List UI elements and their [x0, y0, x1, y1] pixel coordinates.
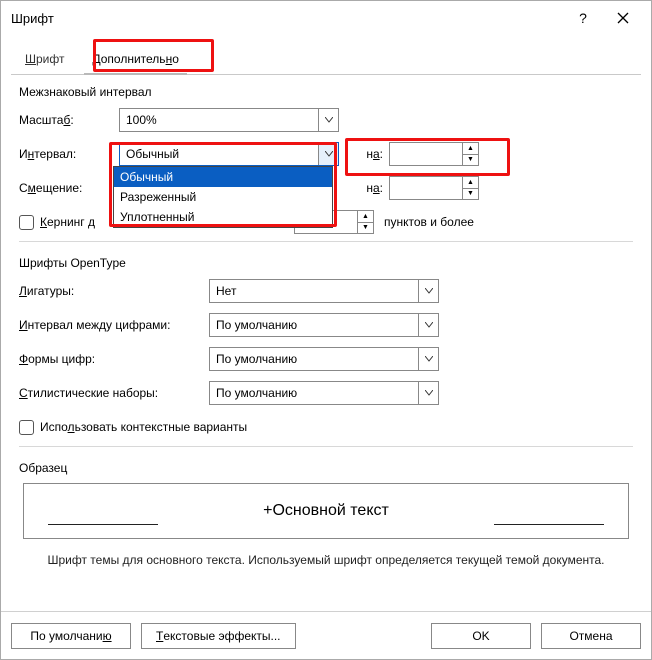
dialog-body: Межзнаковый интервал Масштаб: 100% Интер… [1, 75, 651, 611]
row-numforms: Формы цифр: По умолчанию [19, 346, 633, 372]
close-icon [617, 12, 629, 24]
interval-by-label: на: [359, 147, 389, 161]
text-effects-button[interactable]: Текстовые эффекты... [141, 623, 296, 649]
dropdown-option-expanded[interactable]: Разреженный [114, 187, 332, 207]
chevron-down-icon [418, 280, 438, 302]
row-ligatures: Лигатуры: Нет [19, 278, 633, 304]
opentype-title: Шрифты OpenType [19, 250, 633, 278]
interval-label: Интервал: [19, 147, 119, 161]
offset-label: Смещение: [19, 181, 119, 195]
preview-note: Шрифт темы для основного текста. Использ… [19, 545, 633, 571]
row-scale: Масштаб: 100% [19, 107, 633, 133]
offset-by-label: на: [359, 181, 389, 195]
help-button[interactable]: ? [563, 4, 603, 32]
offset-by-spin[interactable]: ▲▼ [389, 176, 479, 200]
interval-by-spin[interactable]: ▲▼ [389, 142, 479, 166]
numspacing-label: Интервал между цифрами: [19, 318, 209, 332]
interval-dropdown-list: Обычный Разреженный Уплотненный [113, 166, 333, 228]
ligatures-label: Лигатуры: [19, 284, 209, 298]
divider [19, 241, 633, 242]
ligatures-value: Нет [216, 284, 236, 298]
ligatures-select[interactable]: Нет [209, 279, 439, 303]
close-button[interactable] [603, 4, 643, 32]
preview-line [494, 524, 604, 525]
chevron-down-icon [418, 382, 438, 404]
spin-arrows: ▲▼ [462, 143, 478, 165]
preview-text: +Основной текст [263, 502, 389, 520]
numspacing-value: По умолчанию [216, 318, 297, 332]
preview-box: +Основной текст [23, 483, 629, 539]
scale-value: 100% [126, 113, 157, 127]
dropdown-option-normal[interactable]: Обычный [114, 167, 332, 187]
spacing-title: Межзнаковый интервал [19, 79, 633, 107]
numspacing-select[interactable]: По умолчанию [209, 313, 439, 337]
contextual-checkbox[interactable] [19, 420, 34, 435]
kerning-suffix: пунктов и более [374, 215, 474, 229]
preview-line [48, 524, 158, 525]
numforms-select[interactable]: По умолчанию [209, 347, 439, 371]
dialog-footer: По умолчанию Текстовые эффекты... OK Отм… [1, 611, 651, 659]
tab-font-label: рифт [36, 52, 64, 66]
interval-value: Обычный [126, 147, 179, 161]
default-button[interactable]: По умолчанию [11, 623, 131, 649]
tab-font[interactable]: Шрифт [11, 46, 78, 74]
scale-select[interactable]: 100% [119, 108, 339, 132]
stylistic-label: Стилистические наборы: [19, 386, 209, 400]
preview-title: Образец [19, 455, 633, 477]
spin-arrows: ▲▼ [462, 177, 478, 199]
section-opentype: Шрифты OpenType Лигатуры: Нет Интервал м… [19, 250, 633, 440]
tab-advanced[interactable]: Дополнительно [78, 46, 192, 74]
row-stylistic: Стилистические наборы: По умолчанию [19, 380, 633, 406]
row-interval: Интервал: Обычный на: ▲▼ [19, 141, 633, 167]
chevron-down-icon [418, 314, 438, 336]
kerning-checkbox[interactable] [19, 215, 34, 230]
tab-row-wrap: Шрифт Дополнительно [1, 35, 651, 75]
row-numspacing: Интервал между цифрами: По умолчанию [19, 312, 633, 338]
divider [19, 446, 633, 447]
numforms-value: По умолчанию [216, 352, 297, 366]
spin-arrows: ▲▼ [357, 211, 373, 233]
contextual-label: Использовать контекстные варианты [40, 420, 247, 434]
section-preview: Образец +Основной текст Шрифт темы для о… [19, 455, 633, 571]
ok-button[interactable]: OK [431, 623, 531, 649]
cancel-button[interactable]: Отмена [541, 623, 641, 649]
tab-row: Шрифт Дополнительно [11, 45, 641, 75]
stylistic-select[interactable]: По умолчанию [209, 381, 439, 405]
scale-label: Масштаб: [19, 113, 119, 127]
chevron-down-icon [318, 109, 338, 131]
kerning-label: Кернинг д [40, 215, 114, 229]
stylistic-value: По умолчанию [216, 386, 297, 400]
chevron-down-icon [318, 143, 338, 165]
interval-select[interactable]: Обычный [119, 142, 339, 166]
row-contextual: Использовать контекстные варианты [19, 414, 633, 440]
chevron-down-icon [418, 348, 438, 370]
dialog-title: Шрифт [11, 11, 563, 26]
font-dialog: Шрифт ? Шрифт Дополнительно Межзнаковый … [0, 0, 652, 660]
numforms-label: Формы цифр: [19, 352, 209, 366]
dropdown-option-condensed[interactable]: Уплотненный [114, 207, 332, 227]
titlebar: Шрифт ? [1, 1, 651, 35]
